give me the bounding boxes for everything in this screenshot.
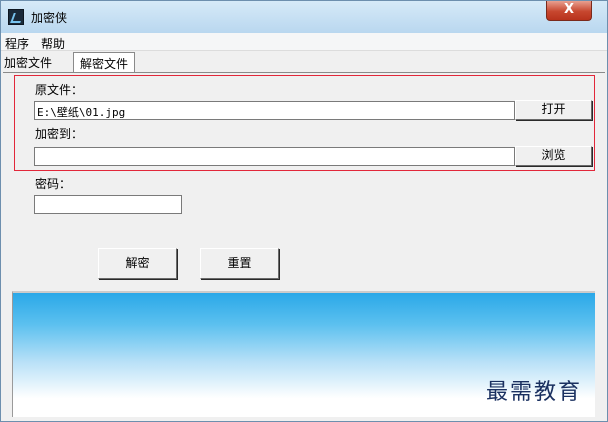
- password-field[interactable]: [34, 195, 182, 214]
- window-title: 加密侠: [31, 11, 68, 25]
- source-file-label: 原文件：: [35, 83, 84, 97]
- tab-encrypt-file[interactable]: 加密文件: [4, 54, 52, 71]
- menu-program[interactable]: 程序: [5, 35, 29, 52]
- destination-field[interactable]: [34, 147, 515, 166]
- tab-strip: 加密文件 解密文件: [1, 52, 607, 73]
- menu-help[interactable]: 帮助: [41, 35, 65, 52]
- menu-bar: 程序 帮助: [1, 33, 607, 51]
- tab-decrypt-file[interactable]: 解密文件: [73, 52, 136, 73]
- title-bar[interactable]: 加密侠 X: [1, 1, 607, 33]
- decrypt-button[interactable]: 解密: [98, 248, 177, 279]
- app-window: 加密侠 X 程序 帮助 加密文件 解密文件 原文件： E:\壁纸\01.jpg …: [0, 0, 608, 422]
- app-logo-icon: [8, 9, 24, 25]
- open-button[interactable]: 打开: [515, 100, 592, 120]
- destination-label: 加密到：: [35, 127, 84, 141]
- reset-button[interactable]: 重置: [200, 248, 279, 279]
- password-label: 密码：: [35, 177, 72, 191]
- browse-button[interactable]: 浏览: [515, 146, 592, 166]
- close-button[interactable]: X: [546, 1, 592, 21]
- source-file-field[interactable]: E:\壁纸\01.jpg: [34, 101, 515, 120]
- watermark-text: 最需教育: [486, 380, 583, 405]
